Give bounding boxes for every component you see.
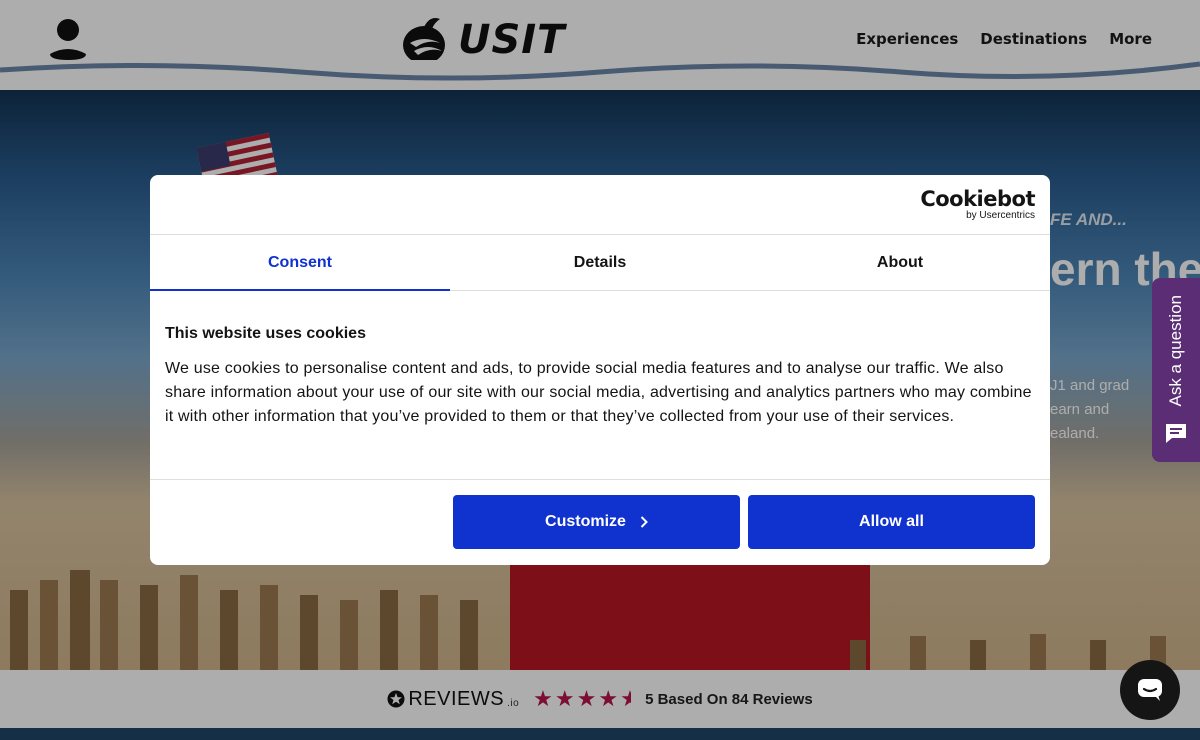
message-icon <box>1166 423 1186 443</box>
cookiebot-logo[interactable]: Cookiebot by Usercentrics <box>920 188 1035 221</box>
dialog-tabs: Consent Details About <box>150 235 1050 291</box>
allow-all-button[interactable]: Allow all <box>748 495 1035 549</box>
dialog-body: This website uses cookies We use cookies… <box>150 291 1050 480</box>
ask-question-tab[interactable]: Ask a question <box>1152 278 1200 462</box>
ask-question-label: Ask a question <box>1166 295 1185 407</box>
customize-button[interactable]: Customize <box>453 495 740 549</box>
tab-consent[interactable]: Consent <box>150 235 450 291</box>
dialog-header: Cookiebot by Usercentrics <box>150 175 1050 235</box>
chat-button[interactable] <box>1120 660 1180 720</box>
customize-label: Customize <box>545 513 626 530</box>
cookiebot-brand: Cookiebot <box>920 187 1035 211</box>
tab-about[interactable]: About <box>750 235 1050 290</box>
chat-bubble-icon <box>1138 679 1162 701</box>
dialog-text: We use cookies to personalise content an… <box>165 360 1032 425</box>
cookiebot-by: by Usercentrics <box>966 210 1035 221</box>
dialog-title: This website uses cookies <box>165 325 366 342</box>
dialog-actions: Customize Allow all <box>150 480 1050 564</box>
chevron-right-icon <box>640 516 648 528</box>
cookie-consent-dialog: Cookiebot by Usercentrics Consent Detail… <box>150 175 1050 565</box>
tab-details[interactable]: Details <box>450 235 750 290</box>
